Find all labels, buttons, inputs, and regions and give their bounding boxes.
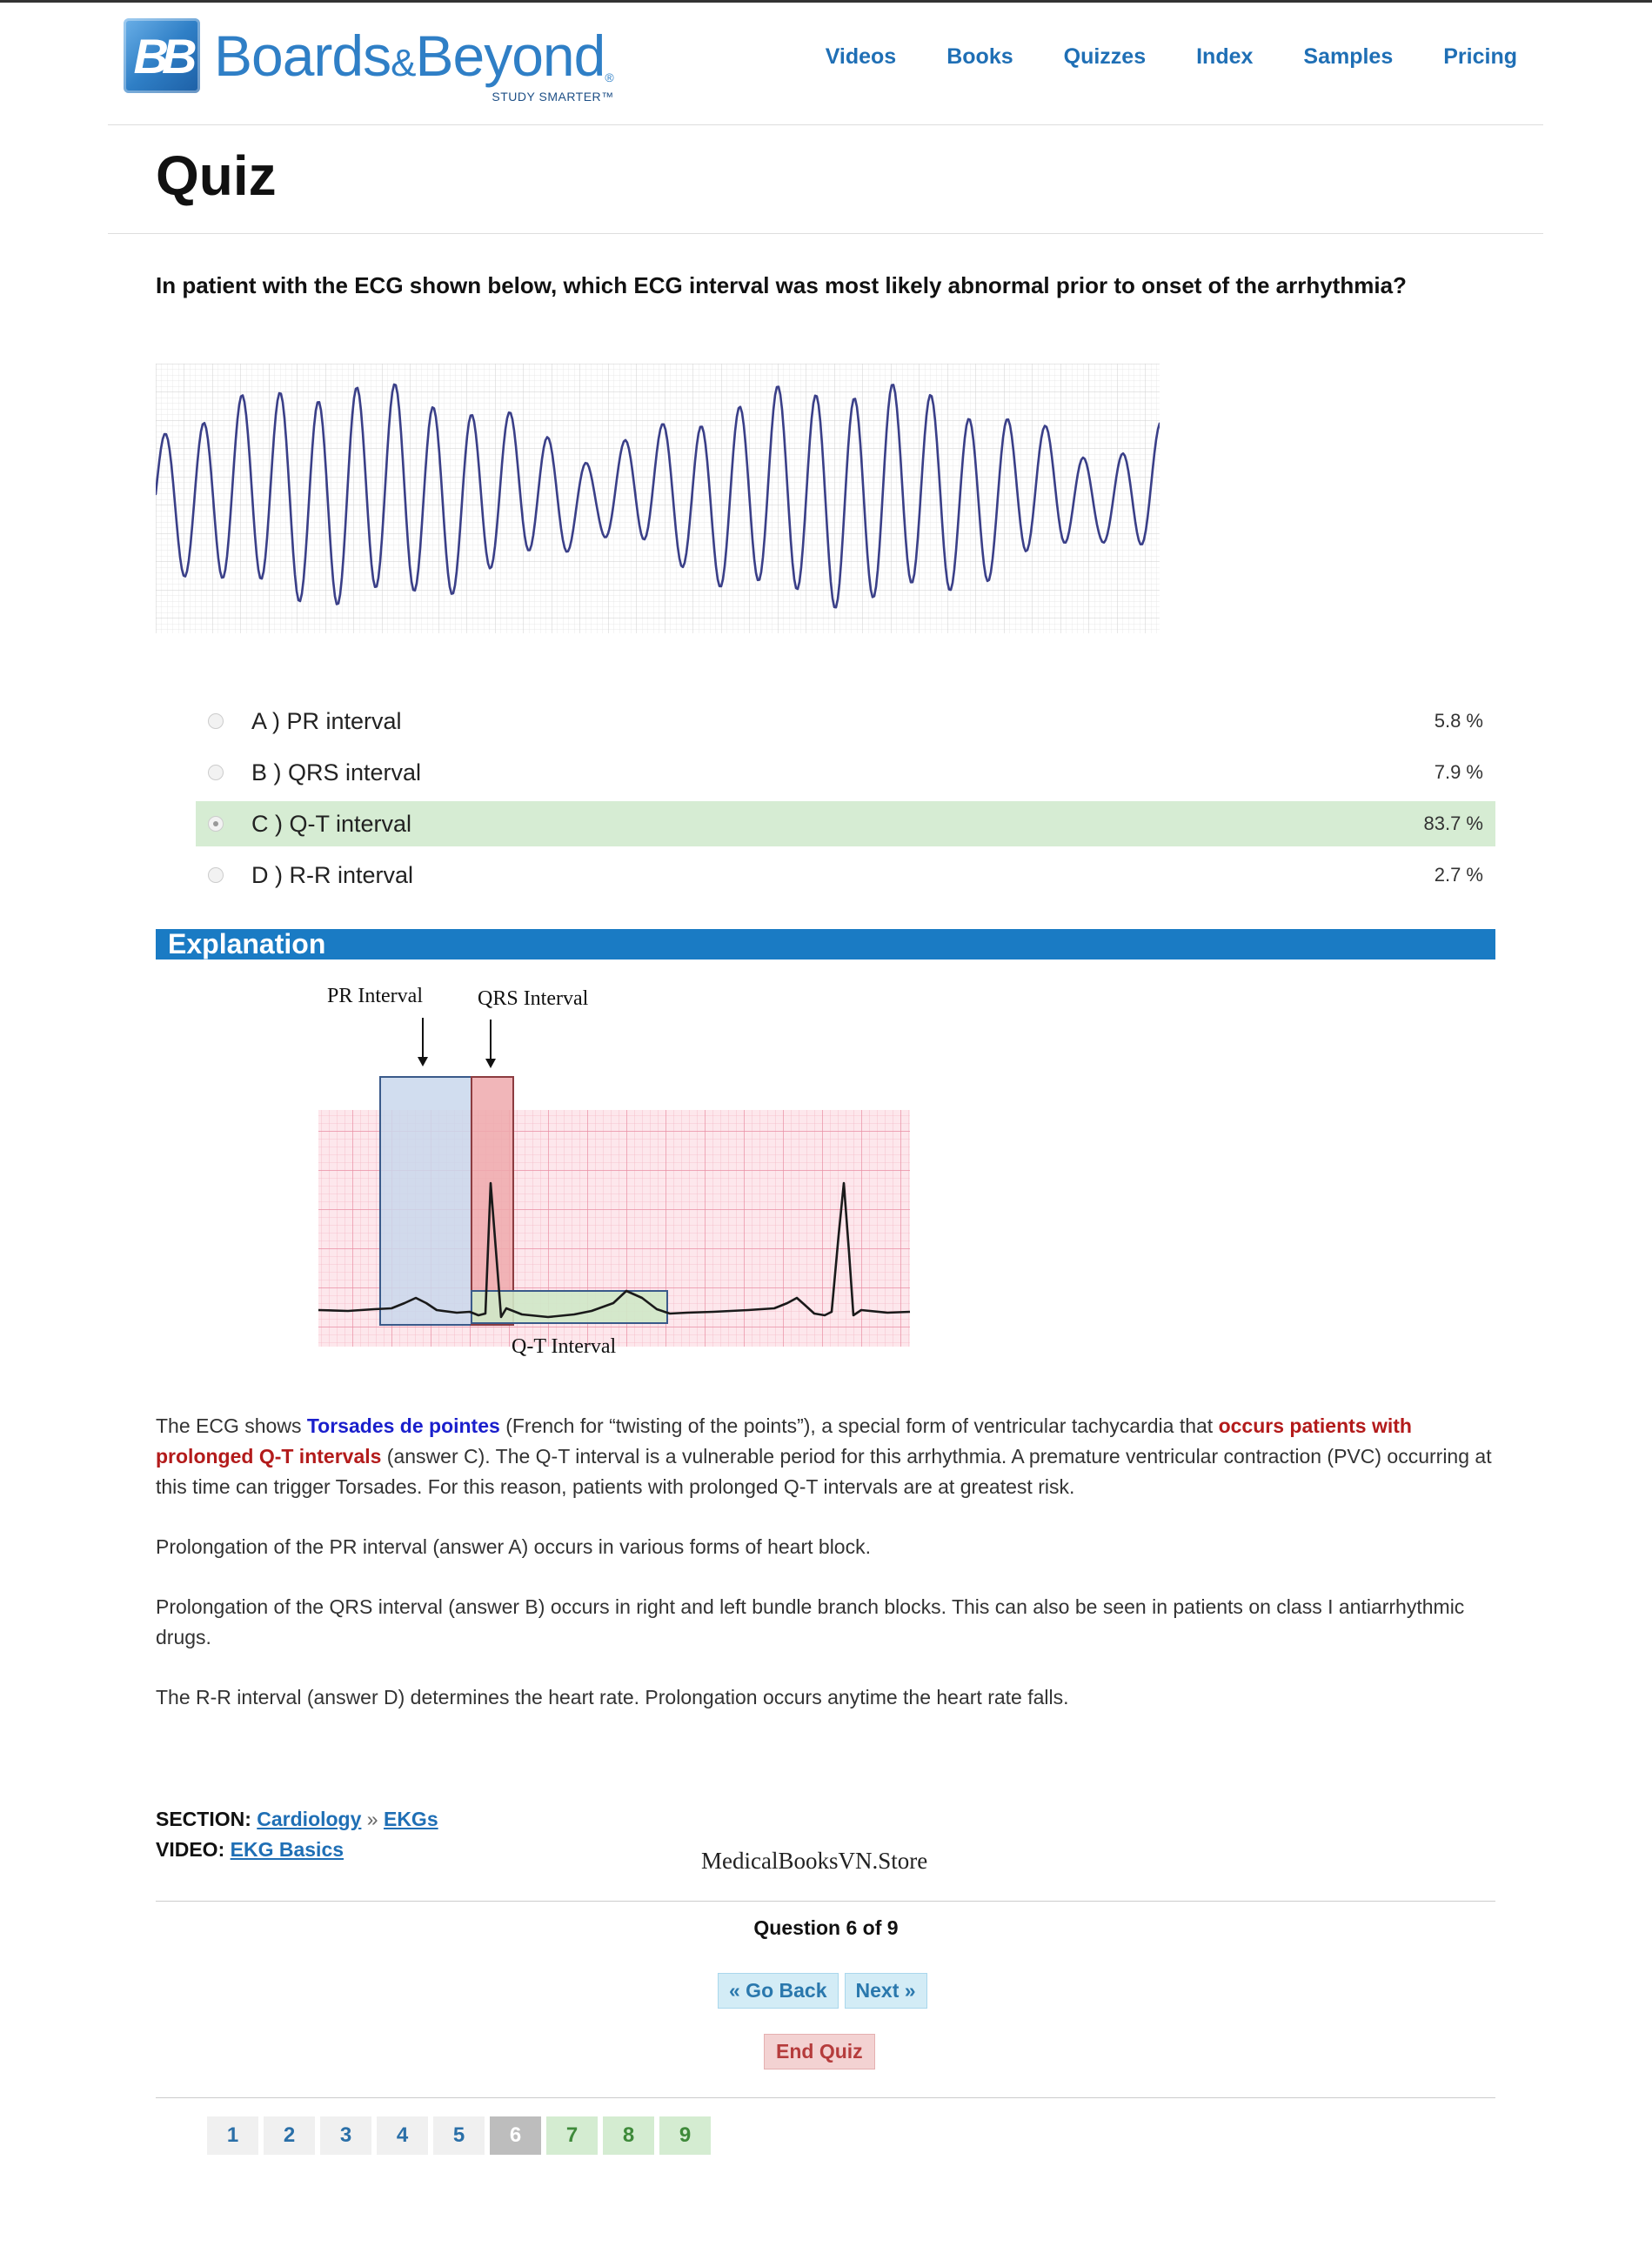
answer-option-a[interactable]: A ) PR interval 5.8 %	[196, 699, 1495, 744]
end-quiz-button[interactable]: End Quiz	[764, 2034, 875, 2069]
logo-mark-icon: BB	[124, 18, 200, 93]
answer-percent: 2.7 %	[1434, 864, 1483, 886]
main-nav: Videos Books Quizzes Index Samples Prici…	[826, 44, 1517, 70]
qrs-interval-label: QRS Interval	[478, 987, 589, 1010]
ecg-interval-diagram: PR Interval QRS Interval Q-T Interval	[318, 985, 911, 1358]
page-button-5[interactable]: 5	[433, 2116, 485, 2155]
explanation-header: Explanation	[156, 929, 1495, 959]
page-button-6-current[interactable]: 6	[490, 2116, 541, 2155]
quiz-nav-buttons: « Go Back Next »	[718, 1973, 927, 2009]
answer-label: A ) PR interval	[251, 707, 402, 734]
radio-button[interactable]	[208, 713, 224, 729]
explanation-paragraph-1: The ECG shows Torsades de pointes (Frenc…	[156, 1411, 1495, 1502]
watermark-text: MedicalBooksVN.Store	[701, 1848, 928, 1874]
video-link[interactable]: EKG Basics	[231, 1838, 344, 1861]
site-header: BB Boards&Beyond® STUDY SMARTER™ Videos …	[108, 3, 1543, 125]
page-button-3[interactable]: 3	[320, 2116, 371, 2155]
pr-interval-box	[379, 1076, 472, 1326]
explanation-paragraph-4: The R-R interval (answer D) determines t…	[156, 1686, 1069, 1708]
question-counter: Question 6 of 9	[753, 1916, 899, 1939]
page-button-9[interactable]: 9	[659, 2116, 711, 2155]
answer-option-c[interactable]: C ) Q-T interval 83.7 %	[196, 801, 1495, 846]
divider	[156, 1901, 1495, 1902]
radio-button-selected[interactable]	[208, 816, 224, 832]
answer-label: C ) Q-T interval	[251, 810, 412, 837]
breadcrumb-separator: »	[366, 1808, 378, 1830]
page-button-2[interactable]: 2	[264, 2116, 315, 2155]
question-text: In patient with the ECG shown below, whi…	[156, 272, 1407, 298]
radio-button[interactable]	[208, 765, 224, 780]
go-back-button[interactable]: « Go Back	[718, 1973, 839, 2009]
explanation-paragraph-3: Prolongation of the QRS interval (answer…	[156, 1595, 1465, 1648]
answer-list: A ) PR interval 5.8 % B ) QRS interval 7…	[196, 699, 1495, 904]
page-title: Quiz	[156, 144, 277, 207]
explanation-heading: Explanation	[168, 928, 326, 959]
answer-percent: 5.8 %	[1434, 710, 1483, 732]
site-logo[interactable]: BB Boards&Beyond® STUDY SMARTER™	[124, 17, 614, 104]
answer-option-b[interactable]: B ) QRS interval 7.9 %	[196, 750, 1495, 795]
next-button[interactable]: Next »	[844, 1973, 927, 2009]
section-label: SECTION:	[156, 1808, 251, 1830]
page-button-1[interactable]: 1	[207, 2116, 258, 2155]
ecg-strip-image	[156, 364, 1160, 633]
nav-index[interactable]: Index	[1196, 44, 1253, 70]
logo-name-a: Boards	[214, 23, 391, 88]
title-row: Quiz	[108, 124, 1543, 234]
qt-interval-label: Q-T Interval	[512, 1335, 617, 1358]
logo-name-b: Beyond	[415, 23, 605, 88]
logo-reg: ®	[605, 70, 614, 84]
p1-part-a: The ECG shows	[156, 1414, 307, 1437]
highlight-term-torsades: Torsades de pointes	[306, 1414, 500, 1437]
question-pagination: 1 2 3 4 5 6 7 8 9	[207, 2116, 711, 2155]
section-link-ekgs[interactable]: EKGs	[384, 1808, 438, 1830]
video-label: VIDEO:	[156, 1838, 225, 1861]
section-info: SECTION: Cardiology » EKGs VIDEO: EKG Ba…	[156, 1804, 438, 1865]
section-row: SECTION: Cardiology » EKGs	[156, 1804, 438, 1835]
page-button-4[interactable]: 4	[377, 2116, 428, 2155]
nav-pricing[interactable]: Pricing	[1443, 44, 1517, 70]
answer-option-d[interactable]: D ) R-R interval 2.7 %	[196, 853, 1495, 898]
nav-videos[interactable]: Videos	[826, 44, 897, 70]
answer-label: D ) R-R interval	[251, 861, 414, 888]
arrow-down-icon	[418, 1018, 428, 1066]
explanation-text: The ECG shows Torsades de pointes (Frenc…	[156, 1411, 1495, 1742]
page-button-8[interactable]: 8	[603, 2116, 654, 2155]
answer-label: B ) QRS interval	[251, 759, 422, 786]
arrow-down-icon	[485, 1020, 496, 1068]
logo-amp: &	[391, 42, 416, 84]
pr-interval-label: PR Interval	[327, 985, 423, 1007]
nav-quizzes[interactable]: Quizzes	[1064, 44, 1146, 70]
explanation-paragraph-2: Prolongation of the PR interval (answer …	[156, 1535, 871, 1558]
answer-percent: 7.9 %	[1434, 761, 1483, 783]
logo-text: Boards&Beyond® STUDY SMARTER™	[214, 27, 614, 104]
nav-samples[interactable]: Samples	[1303, 44, 1393, 70]
nav-books[interactable]: Books	[946, 44, 1013, 70]
answer-percent: 83.7 %	[1423, 812, 1484, 834]
divider	[156, 2097, 1495, 2098]
video-row: VIDEO: EKG Basics	[156, 1835, 438, 1865]
page-button-7[interactable]: 7	[546, 2116, 598, 2155]
radio-button[interactable]	[208, 867, 224, 883]
section-link-cardiology[interactable]: Cardiology	[257, 1808, 361, 1830]
logo-tagline: STUDY SMARTER™	[492, 90, 614, 104]
p1-part-c: (French for “twisting of the points”), a…	[499, 1414, 1219, 1437]
